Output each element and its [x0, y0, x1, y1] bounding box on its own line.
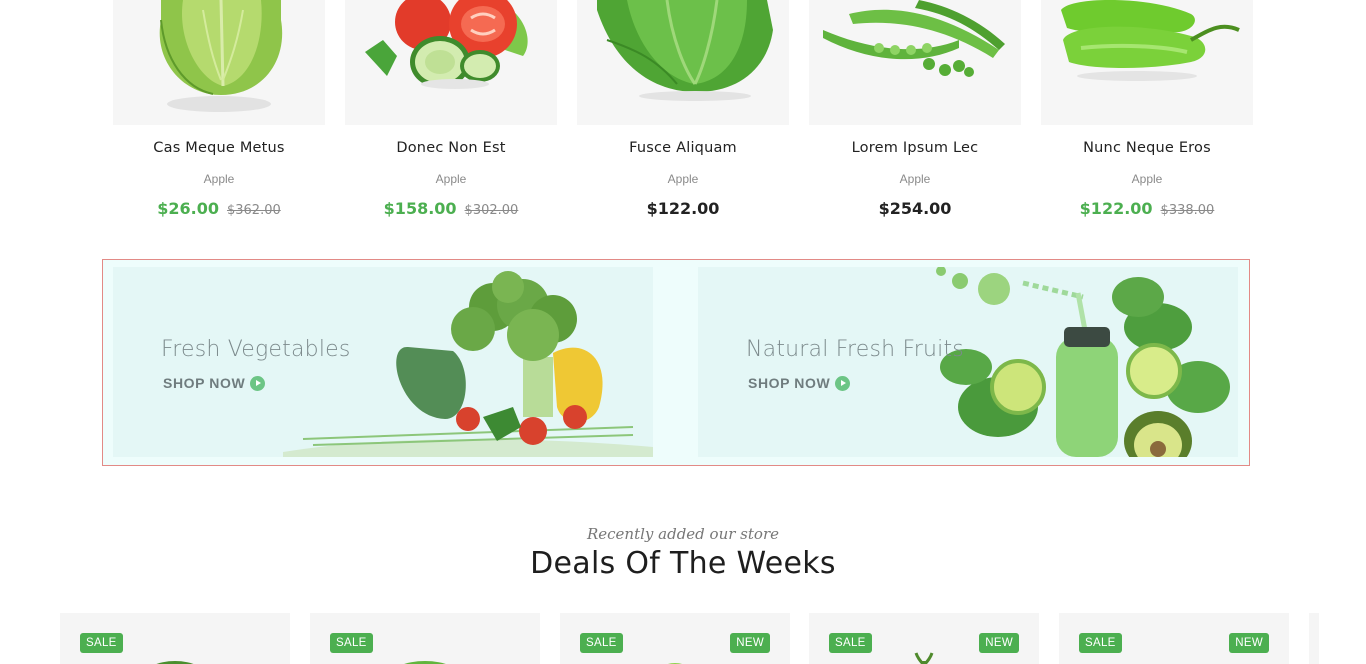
- banner-natural-fruits[interactable]: Natural Fresh Fruits SHOP NOW: [698, 267, 1238, 457]
- product-brand: Apple: [203, 172, 235, 186]
- old-price: $362.00: [226, 203, 281, 218]
- cabbage-icon: [156, 661, 194, 664]
- product-image[interactable]: [577, 0, 789, 125]
- price: $254.00: [878, 199, 952, 218]
- shop-now-link[interactable]: SHOP NOW: [163, 375, 266, 391]
- banner-fresh-vegetables[interactable]: Fresh Vegetables SHOP NOW: [113, 267, 653, 457]
- sale-badge: SALE: [1079, 633, 1122, 653]
- section-subtitle: Recently added our store: [586, 525, 779, 543]
- banner-title: Natural Fresh Fruits: [746, 337, 964, 362]
- product-title[interactable]: Nunc Neque Eros: [1041, 140, 1253, 156]
- deal-card[interactable]: SALE NEW: [809, 613, 1039, 664]
- shop-now-label: SHOP NOW: [748, 375, 831, 391]
- product-card[interactable]: Nunc Neque Eros Apple $122.00 $338.00: [1041, 0, 1253, 240]
- deal-card-partial[interactable]: [1309, 613, 1319, 664]
- section-title: Deals Of The Weeks: [530, 546, 836, 581]
- sale-price: $122.00: [1079, 199, 1153, 218]
- product-image[interactable]: [809, 0, 1021, 125]
- sale-badge: SALE: [829, 633, 872, 653]
- broccoli-peppers-icon: [283, 271, 653, 457]
- product-price: $254.00: [809, 199, 1021, 219]
- promo-banners: Fresh Vegetables SHOP NOW Natural Fresh …: [102, 259, 1250, 466]
- deal-card[interactable]: SALE: [310, 613, 540, 664]
- product-price: $158.00 $302.00: [345, 199, 557, 219]
- shop-now-link[interactable]: SHOP NOW: [748, 375, 851, 391]
- product-title[interactable]: Lorem Ipsum Lec: [809, 140, 1021, 156]
- sale-badge: SALE: [580, 633, 623, 653]
- product-title[interactable]: Fusce Aliquam: [577, 140, 789, 156]
- tomato-cucumber-icon: [365, 0, 528, 89]
- peas-icon: [823, 0, 1005, 77]
- product-price: $122.00 $338.00: [1041, 199, 1253, 219]
- product-title[interactable]: Cas Meque Metus: [113, 140, 325, 156]
- product-card[interactable]: Cas Meque Metus Apple $26.00 $362.00: [113, 0, 325, 240]
- product-price: $122.00: [577, 199, 789, 219]
- product-card[interactable]: Fusce Aliquam Apple $122.00: [577, 0, 789, 240]
- product-brand: Apple: [435, 172, 467, 186]
- play-circle-icon: [835, 375, 851, 391]
- play-circle-icon: [250, 375, 266, 391]
- product-card[interactable]: Donec Non Est Apple $158.00 $302.00: [345, 0, 557, 240]
- sprout-icon: [914, 652, 934, 664]
- price: $122.00: [646, 199, 720, 218]
- product-image[interactable]: [1041, 0, 1253, 125]
- sale-price: $158.00: [383, 199, 457, 218]
- sale-badge: SALE: [330, 633, 373, 653]
- new-badge: NEW: [979, 633, 1019, 653]
- green-pepper-icon: [1061, 0, 1240, 81]
- new-badge: NEW: [1229, 633, 1269, 653]
- banner-title: Fresh Vegetables: [161, 337, 351, 362]
- product-brand: Apple: [667, 172, 699, 186]
- smoothie-lime-icon: [936, 267, 1230, 457]
- sale-price: $26.00: [157, 199, 219, 218]
- shop-now-label: SHOP NOW: [163, 375, 246, 391]
- sale-badge: SALE: [80, 633, 123, 653]
- deal-card[interactable]: SALE NEW: [1059, 613, 1289, 664]
- old-price: $302.00: [464, 203, 519, 218]
- product-card[interactable]: Lorem Ipsum Lec Apple $254.00: [809, 0, 1021, 240]
- deal-card[interactable]: SALE NEW: [560, 613, 790, 664]
- product-brand: Apple: [899, 172, 931, 186]
- lettuce-icon: [667, 663, 683, 664]
- product-title[interactable]: Donec Non Est: [345, 140, 557, 156]
- lettuce-icon: [597, 0, 773, 101]
- lettuce-icon: [404, 661, 446, 664]
- old-price: $338.00: [1160, 203, 1215, 218]
- deal-card[interactable]: SALE: [60, 613, 290, 664]
- product-brand: Apple: [1131, 172, 1163, 186]
- product-image[interactable]: [113, 0, 325, 125]
- product-row: Cas Meque Metus Apple $26.00 $362.00 Don…: [113, 0, 1253, 240]
- cabbage-icon: [159, 0, 283, 112]
- product-image[interactable]: [345, 0, 557, 125]
- product-price: $26.00 $362.00: [113, 199, 325, 219]
- new-badge: NEW: [730, 633, 770, 653]
